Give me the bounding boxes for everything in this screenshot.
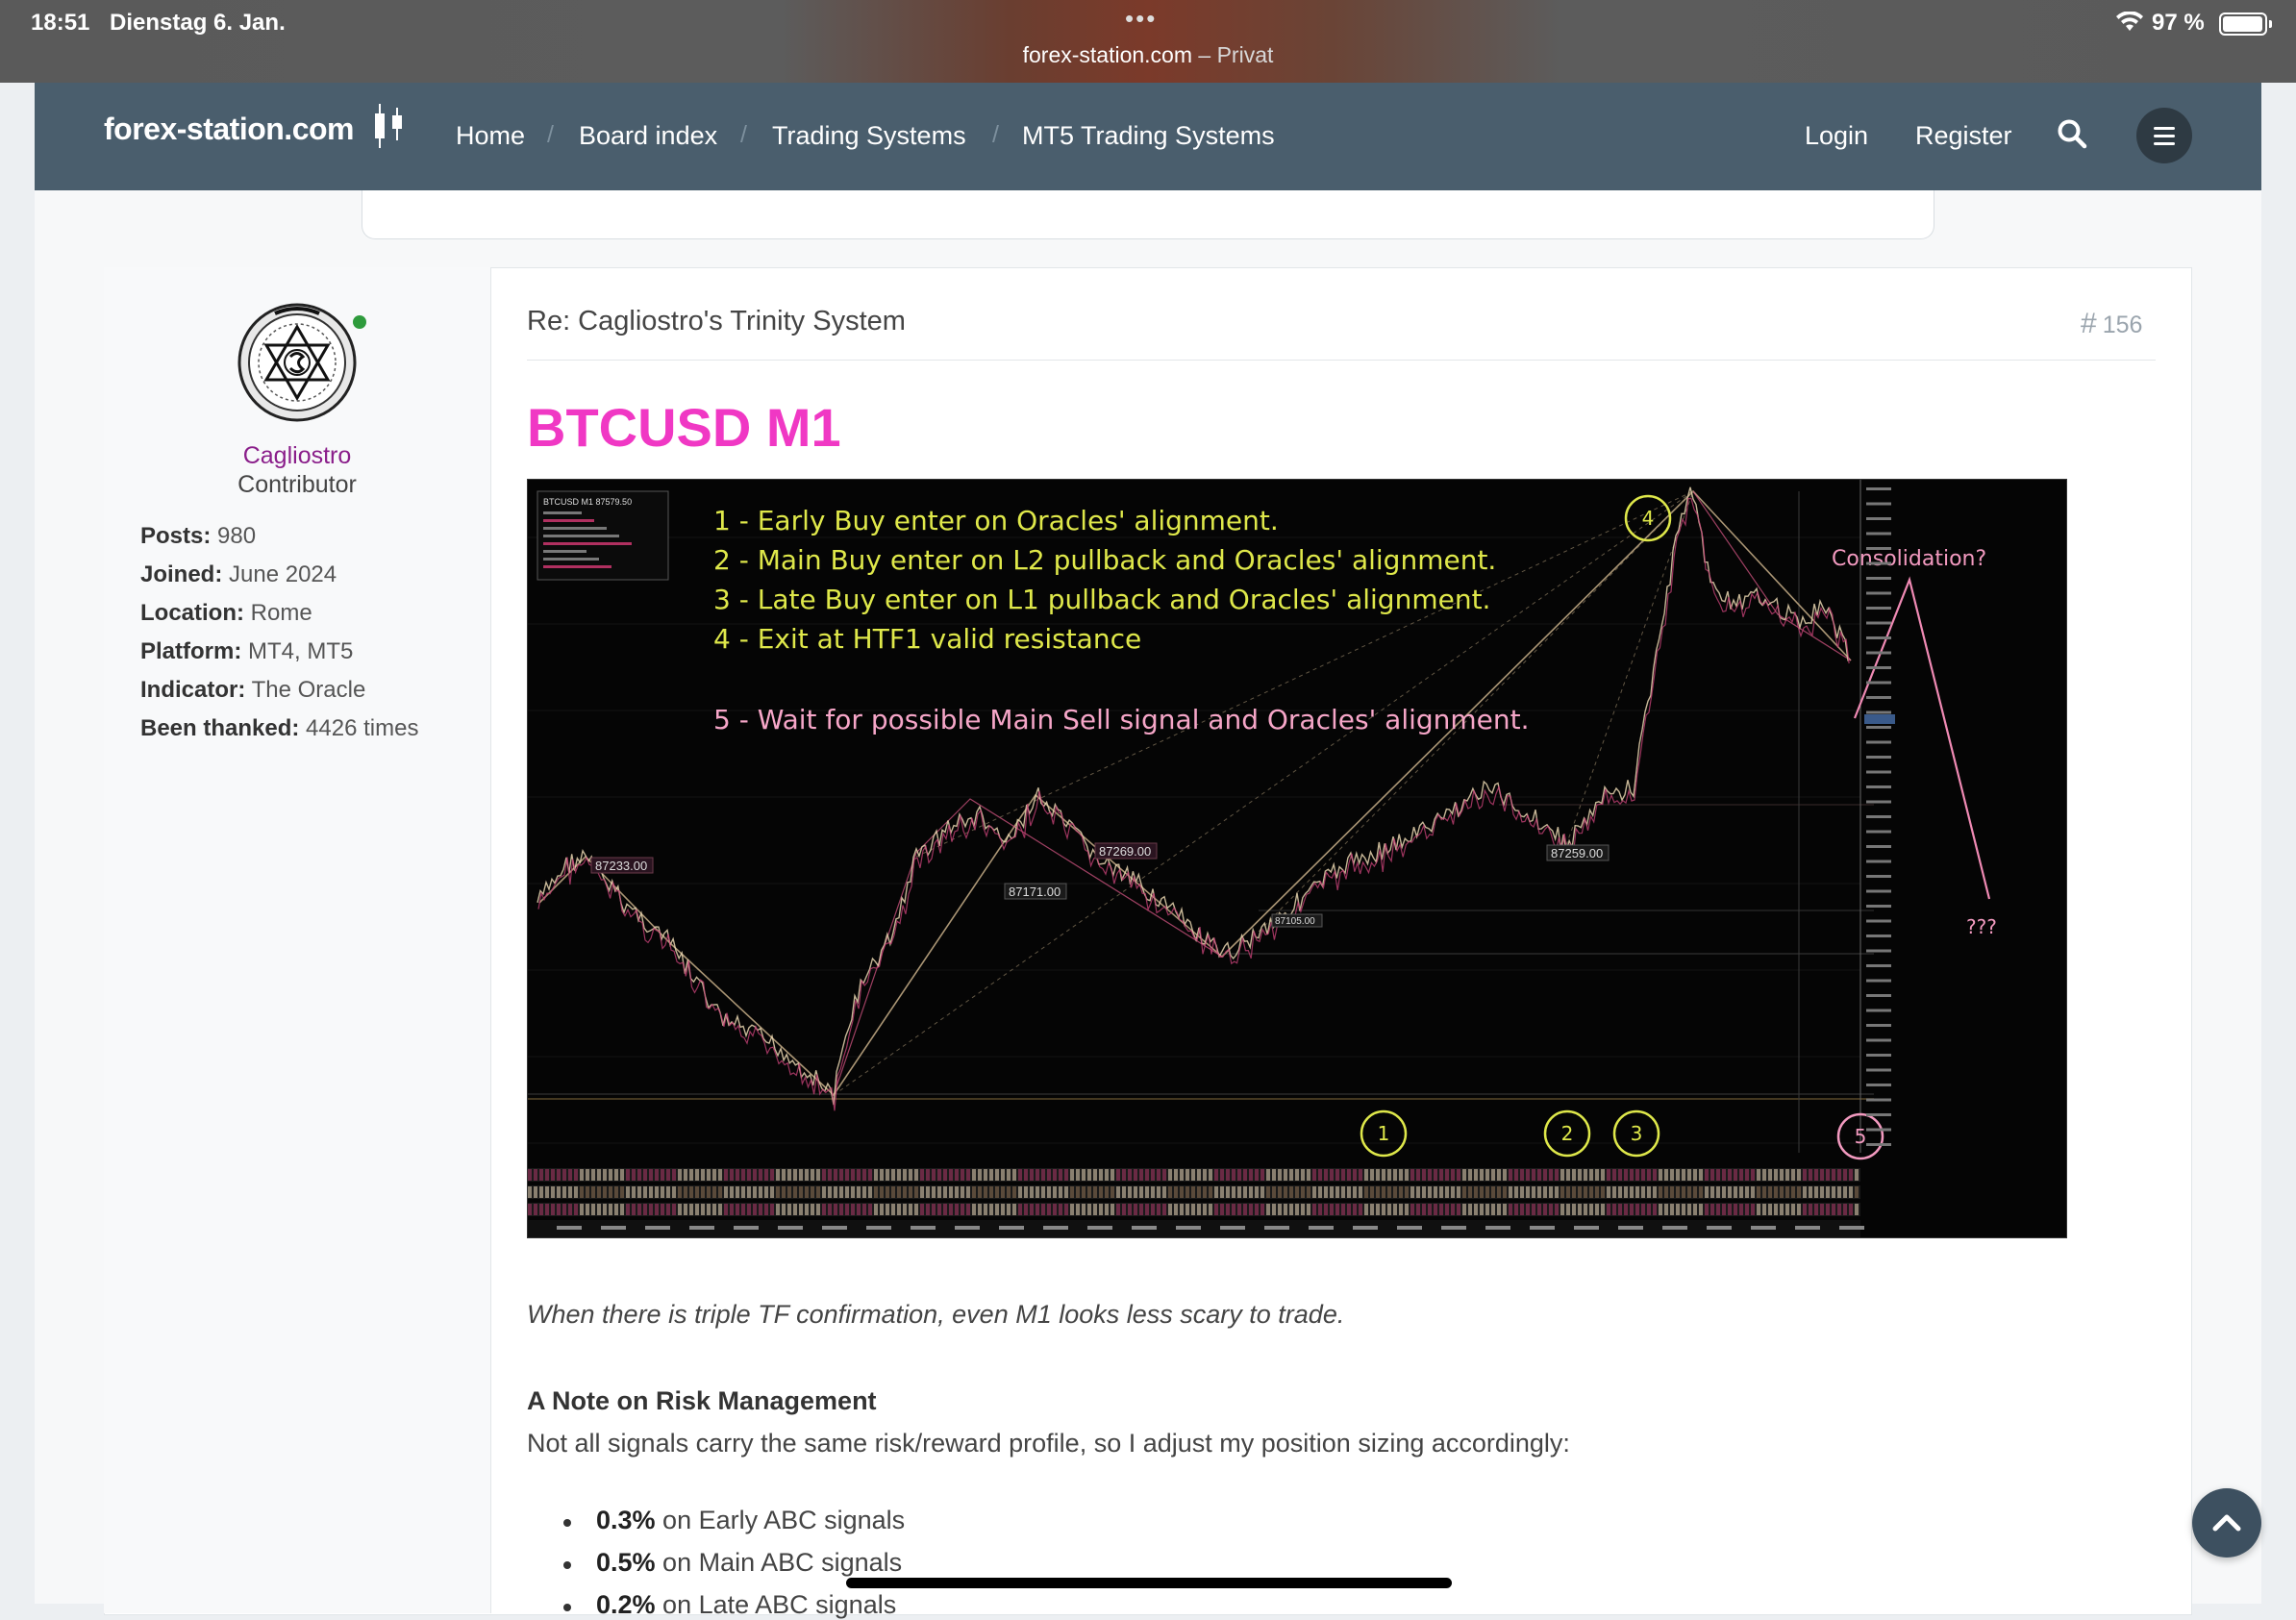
divider [527, 360, 2156, 361]
previous-post-card [362, 190, 1934, 239]
status-date: Dienstag 6. Jan. [110, 10, 286, 36]
circle-marker: 2 [1561, 1122, 1574, 1145]
nav-home[interactable]: Home [456, 121, 525, 151]
chart-instruction-1: 1 - Early Buy enter on Oracles' alignmen… [713, 505, 1279, 536]
author-avatar[interactable] [237, 302, 358, 423]
nav-mt5-trading-systems[interactable]: MT5 Trading Systems [1022, 121, 1275, 151]
site-navbar: forex-station.com Home / Board index / T… [35, 83, 2261, 190]
private-mode-label: – Privat [1192, 42, 1274, 67]
consolidation-label: Consolidation? [1832, 547, 1986, 571]
price-label: 87259.00 [1551, 846, 1603, 860]
chart-instruction-4: 4 - Exit at HTF1 valid resistance [713, 623, 1141, 655]
candlestick-logo-icon [375, 104, 402, 148]
register-link[interactable]: Register [1915, 121, 2012, 151]
site-logo[interactable]: forex-station.com [104, 112, 354, 147]
stat-location: Location: Rome [140, 600, 312, 626]
hash-icon: # [2081, 308, 2097, 339]
circle-marker: 3 [1631, 1122, 1643, 1145]
author-name[interactable]: Cagliostro [104, 442, 490, 470]
home-indicator[interactable] [846, 1578, 1452, 1588]
post-number[interactable]: #156 [2081, 308, 2142, 340]
status-time: 18:51 [31, 10, 90, 36]
url-text: forex-station.com [1022, 42, 1193, 67]
login-link[interactable]: Login [1805, 121, 1868, 151]
stat-thanked: Been thanked: 4426 times [140, 715, 419, 741]
wifi-icon [2116, 12, 2143, 31]
chart-instruction-2: 2 - Main Buy enter on L2 pullback and Or… [713, 544, 1496, 576]
battery-icon [2219, 12, 2272, 36]
battery-percent: 97 % [2152, 10, 2205, 36]
price-label: 87171.00 [1009, 885, 1061, 899]
nav-separator: / [547, 121, 554, 148]
chart-instruction-3: 3 - Late Buy enter on L1 pullback and Or… [713, 584, 1490, 615]
price-label: 87233.00 [595, 859, 647, 873]
author-rank: Contributor [237, 471, 357, 498]
circle-marker: 1 [1378, 1122, 1390, 1145]
note-text: Not all signals carry the same risk/rewa… [527, 1429, 1570, 1458]
chevron-up-icon [2212, 1514, 2241, 1532]
price-label: 87105.00 [1275, 916, 1315, 927]
circle-marker: 5 [1855, 1125, 1867, 1148]
post-title[interactable]: Re: Cagliostro's Trinity System [527, 306, 906, 337]
address-bar[interactable]: forex-station.com – Privat [0, 42, 2296, 68]
question-label: ??? [1966, 915, 1997, 938]
chart-instruction-5: 5 - Wait for possible Main Sell signal a… [713, 704, 1530, 735]
online-status-icon [353, 315, 366, 329]
nav-board-index[interactable]: Board index [579, 121, 717, 151]
search-icon[interactable] [2056, 117, 2088, 150]
chart-image[interactable]: BTCUSD M1 87579.50 1 - Early Buy enter o… [527, 479, 2067, 1238]
status-bar: 18:51 Dienstag 6. Jan. ••• forex-station… [0, 0, 2296, 83]
nav-separator: / [992, 121, 999, 148]
info-symbol: BTCUSD M1 87579.50 [543, 497, 632, 507]
price-label: 87269.00 [1099, 844, 1151, 859]
hamburger-menu-button[interactable] [2136, 108, 2192, 163]
stat-posts: Posts: 980 [140, 523, 257, 549]
nav-separator: / [740, 121, 747, 148]
note-heading: A Note on Risk Management [527, 1386, 877, 1415]
post-caption: When there is triple TF confirmation, ev… [527, 1300, 1345, 1329]
stat-joined: Joined: June 2024 [140, 561, 337, 587]
post-headline: BTCUSD M1 [527, 397, 841, 458]
more-dots-icon[interactable]: ••• [1125, 4, 1157, 34]
stat-indicator: Indicator: The Oracle [140, 677, 366, 703]
scroll-to-top-button[interactable] [2192, 1488, 2261, 1558]
stat-platform: Platform: MT4, MT5 [140, 638, 354, 664]
circle-marker: 4 [1642, 507, 1655, 530]
nav-trading-systems[interactable]: Trading Systems [772, 121, 966, 151]
